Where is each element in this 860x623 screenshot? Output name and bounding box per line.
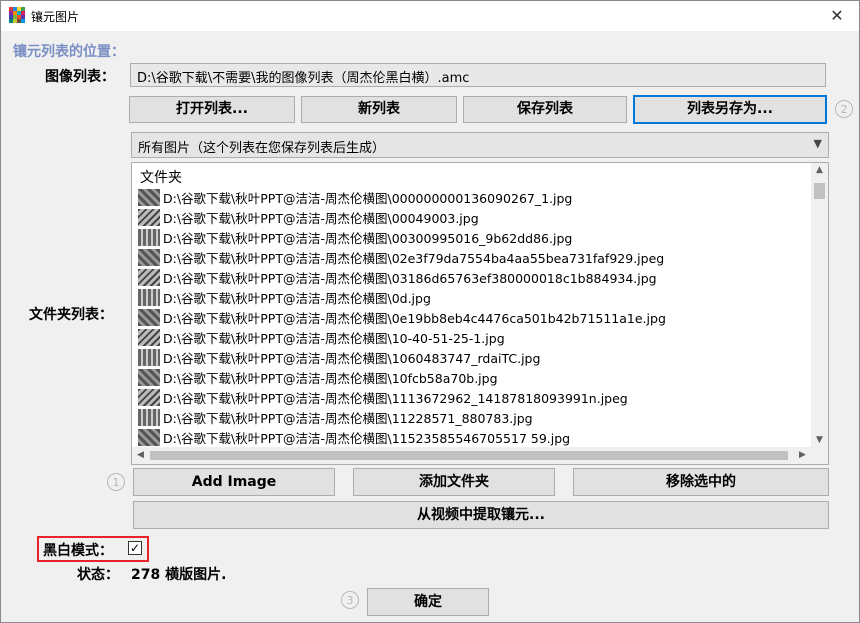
folder-listbox[interactable]: 文件夹 D:\谷歌下载\秋叶PPT@洁洁-周杰伦横图\0000000001360… xyxy=(131,162,829,465)
folder-rows: D:\谷歌下载\秋叶PPT@洁洁-周杰伦横图\00000000013609026… xyxy=(138,187,810,447)
add-folder-button[interactable]: 添加文件夹 xyxy=(353,468,555,496)
list-item[interactable]: D:\谷歌下载\秋叶PPT@洁洁-周杰伦横图\0d.jpg xyxy=(138,287,810,307)
list-item[interactable]: D:\谷歌下载\秋叶PPT@洁洁-周杰伦横图\02e3f79da7554ba4a… xyxy=(138,247,810,267)
remove-selected-button[interactable]: 移除选中的 xyxy=(573,468,829,496)
image-thumbnail-icon xyxy=(138,288,160,306)
list-item[interactable]: D:\谷歌下载\秋叶PPT@洁洁-周杰伦横图\11523585546705517… xyxy=(138,427,810,447)
list-item-path: D:\谷歌下载\秋叶PPT@洁洁-周杰伦横图\1060483747_rdaiTC… xyxy=(163,350,541,366)
bw-mode-label: 黑白模式： xyxy=(43,543,113,559)
list-item[interactable]: D:\谷歌下载\秋叶PPT@洁洁-周杰伦横图\10-40-51-25-1.jpg xyxy=(138,327,810,347)
step-two-icon: 2 xyxy=(835,100,853,118)
list-item-path: D:\谷歌下载\秋叶PPT@洁洁-周杰伦横图\00300995016_9b62d… xyxy=(163,230,573,246)
horizontal-scroll-thumb[interactable] xyxy=(150,451,788,460)
app-icon xyxy=(9,7,25,23)
list-item-path: D:\谷歌下载\秋叶PPT@洁洁-周杰伦横图\00000000013609026… xyxy=(163,190,573,206)
new-list-button[interactable]: 新列表 xyxy=(301,96,457,123)
list-item[interactable]: D:\谷歌下载\秋叶PPT@洁洁-周杰伦横图\10fcb58a70b.jpg xyxy=(138,367,810,387)
list-item[interactable]: D:\谷歌下载\秋叶PPT@洁洁-周杰伦横图\00049003.jpg xyxy=(138,207,810,227)
step-one-icon: 1 xyxy=(107,473,125,491)
image-list-path-field[interactable]: D:\谷歌下载\不需要\我的图像列表（周杰伦黑白横）.amc xyxy=(130,63,826,87)
list-item-path: D:\谷歌下载\秋叶PPT@洁洁-周杰伦横图\0e19bb8eb4c4476ca… xyxy=(163,310,666,326)
list-item[interactable]: D:\谷歌下载\秋叶PPT@洁洁-周杰伦横图\1060483747_rdaiTC… xyxy=(138,347,810,367)
list-item[interactable]: D:\谷歌下载\秋叶PPT@洁洁-周杰伦横图\00300995016_9b62d… xyxy=(138,227,810,247)
image-thumbnail-icon xyxy=(138,388,160,406)
image-thumbnail-icon xyxy=(138,228,160,246)
folder-list-label: 文件夹列表： xyxy=(29,307,113,323)
list-item-path: D:\谷歌下载\秋叶PPT@洁洁-周杰伦横图\10fcb58a70b.jpg xyxy=(163,370,498,386)
image-thumbnail-icon xyxy=(138,368,160,386)
image-thumbnail-icon xyxy=(138,268,160,286)
window-title: 镶元图片 xyxy=(31,10,80,24)
image-thumbnail-icon xyxy=(138,188,160,206)
list-item-path: D:\谷歌下载\秋叶PPT@洁洁-周杰伦横图\1113672962_141878… xyxy=(163,390,628,406)
status-text: 278 横版图片. xyxy=(131,567,227,583)
image-thumbnail-icon xyxy=(138,408,160,426)
list-item-path: D:\谷歌下载\秋叶PPT@洁洁-周杰伦横图\03186d65763ef3800… xyxy=(163,270,657,286)
list-item-path: D:\谷歌下载\秋叶PPT@洁洁-周杰伦横图\02e3f79da7554ba4a… xyxy=(163,250,665,266)
list-item-path: D:\谷歌下载\秋叶PPT@洁洁-周杰伦横图\0d.jpg xyxy=(163,290,431,306)
close-button[interactable]: ✕ xyxy=(815,1,859,31)
folder-column-header[interactable]: 文件夹 xyxy=(140,167,182,187)
image-thumbnail-icon xyxy=(138,308,160,326)
chevron-down-icon: ▼ xyxy=(813,137,822,150)
open-list-button[interactable]: 打开列表... xyxy=(129,96,295,123)
save-list-button[interactable]: 保存列表 xyxy=(463,96,627,123)
horizontal-scrollbar[interactable]: ◀ ▶ xyxy=(132,447,811,464)
scrollbar-corner xyxy=(811,447,828,464)
list-item-path: D:\谷歌下载\秋叶PPT@洁洁-周杰伦横图\11523585546705517… xyxy=(163,430,571,446)
list-item[interactable]: D:\谷歌下载\秋叶PPT@洁洁-周杰伦横图\1113672962_141878… xyxy=(138,387,810,407)
image-thumbnail-icon xyxy=(138,208,160,226)
scroll-up-icon[interactable]: ▲ xyxy=(811,165,828,175)
mosaic-images-window: 镶元图片 ✕ 镶元列表的位置： 图像列表： D:\谷歌下载\不需要\我的图像列表… xyxy=(0,0,860,623)
list-item-path: D:\谷歌下载\秋叶PPT@洁洁-周杰伦横图\10-40-51-25-1.jpg xyxy=(163,330,505,346)
section-label: 镶元列表的位置： xyxy=(13,44,125,60)
save-list-as-button[interactable]: 列表另存为... xyxy=(633,95,827,124)
list-item-path: D:\谷歌下载\秋叶PPT@洁洁-周杰伦横图\00049003.jpg xyxy=(163,210,479,226)
extract-from-video-button[interactable]: 从视频中提取镶元... xyxy=(133,501,829,529)
vertical-scroll-thumb[interactable] xyxy=(814,183,825,199)
title-bar: 镶元图片 ✕ xyxy=(1,1,859,31)
add-image-button[interactable]: Add Image xyxy=(133,468,335,496)
step-three-icon: 3 xyxy=(341,591,359,609)
image-thumbnail-icon xyxy=(138,248,160,266)
scroll-down-icon[interactable]: ▼ xyxy=(811,435,828,445)
image-thumbnail-icon xyxy=(138,328,160,346)
image-thumbnail-icon xyxy=(138,428,160,446)
bw-mode-checkbox[interactable]: ✓ xyxy=(128,541,142,555)
dropdown-selected-value: 所有图片（这个列表在您保存列表后生成） xyxy=(138,141,386,156)
list-item-path: D:\谷歌下载\秋叶PPT@洁洁-周杰伦横图\11228571_880783.j… xyxy=(163,410,533,426)
list-item[interactable]: D:\谷歌下载\秋叶PPT@洁洁-周杰伦横图\11228571_880783.j… xyxy=(138,407,810,427)
image-thumbnail-icon xyxy=(138,348,160,366)
scroll-left-icon[interactable]: ◀ xyxy=(132,450,149,460)
ok-button[interactable]: 确定 xyxy=(367,588,489,616)
image-list-label: 图像列表： xyxy=(45,69,115,85)
list-item[interactable]: D:\谷歌下载\秋叶PPT@洁洁-周杰伦横图\00000000013609026… xyxy=(138,187,810,207)
status-label: 状态： xyxy=(77,567,119,583)
vertical-scrollbar[interactable]: ▲ ▼ xyxy=(811,163,828,447)
image-filter-dropdown[interactable]: 所有图片（这个列表在您保存列表后生成） ▼ xyxy=(131,132,829,158)
scroll-right-icon[interactable]: ▶ xyxy=(794,450,811,460)
list-item[interactable]: D:\谷歌下载\秋叶PPT@洁洁-周杰伦横图\03186d65763ef3800… xyxy=(138,267,810,287)
list-item[interactable]: D:\谷歌下载\秋叶PPT@洁洁-周杰伦横图\0e19bb8eb4c4476ca… xyxy=(138,307,810,327)
